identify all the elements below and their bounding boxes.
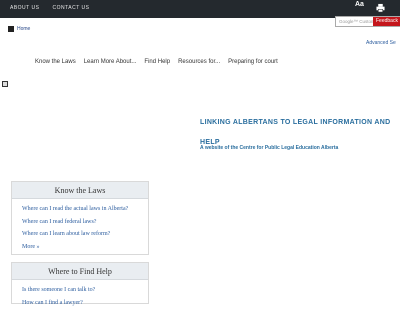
panel-title: Know the Laws bbox=[12, 182, 148, 199]
nav-resources-for[interactable]: Resources for... bbox=[178, 59, 220, 65]
nav-learn-more-about[interactable]: Learn More About... bbox=[84, 59, 137, 65]
main-nav: Know the Laws Learn More About... Find H… bbox=[35, 59, 278, 65]
link-someone-to-talk[interactable]: Is there someone I can talk to? bbox=[22, 284, 148, 297]
know-the-laws-panel: Know the Laws Where can I read the actua… bbox=[11, 181, 149, 255]
nav-know-the-laws[interactable]: Know the Laws bbox=[35, 59, 76, 65]
home-link[interactable]: Home bbox=[17, 26, 30, 32]
printer-icon[interactable] bbox=[376, 3, 385, 13]
link-federal-laws[interactable]: Where can I read federal laws? bbox=[22, 216, 148, 229]
panel-links: Where can I read the actual laws in Albe… bbox=[12, 199, 148, 253]
about-us-link[interactable]: ABOUT US bbox=[10, 5, 39, 11]
panel-links: Is there someone I can talk to? How can … bbox=[12, 280, 148, 309]
advanced-search-link[interactable]: Advanced Se bbox=[366, 40, 396, 46]
breadcrumb: Home bbox=[8, 26, 30, 32]
nav-preparing-for-court[interactable]: Preparing for court bbox=[228, 59, 278, 65]
hero-subhead: A website of the Centre for Public Legal… bbox=[200, 145, 338, 151]
feedback-button[interactable]: Feedback bbox=[373, 17, 400, 26]
link-more[interactable]: More » bbox=[22, 241, 148, 254]
contact-us-link[interactable]: CONTACT US bbox=[52, 5, 89, 11]
link-actual-laws-alberta[interactable]: Where can I read the actual laws in Albe… bbox=[22, 203, 148, 216]
image-placeholder-icon bbox=[2, 81, 8, 87]
font-size-button[interactable]: Aa bbox=[355, 1, 364, 8]
link-find-lawyer[interactable]: How can I find a lawyer? bbox=[22, 297, 148, 309]
home-icon[interactable] bbox=[8, 26, 14, 32]
link-law-reform[interactable]: Where can I learn about law reform? bbox=[22, 228, 148, 241]
nav-find-help[interactable]: Find Help bbox=[144, 59, 170, 65]
top-nav: ABOUT US CONTACT US bbox=[10, 5, 90, 11]
panel-title: Where to Find Help bbox=[12, 263, 148, 280]
where-to-find-help-panel: Where to Find Help Is there someone I ca… bbox=[11, 262, 149, 304]
